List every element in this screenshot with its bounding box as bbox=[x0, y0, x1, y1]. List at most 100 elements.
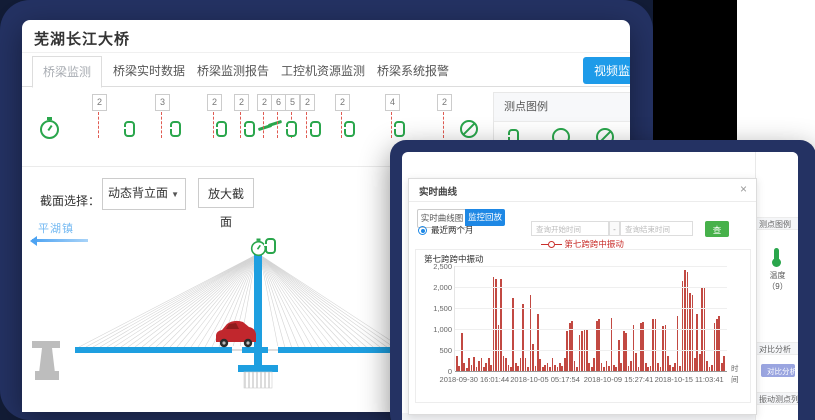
realtime-curve-dialog: 实时曲线 × 实时曲线图 监控回放 最近两个月 查询开始时间 - 查询结束时间 … bbox=[408, 178, 757, 415]
x-tick-label: 2018-10-15 11:03:41 bbox=[655, 375, 724, 384]
sensor-dashed-line bbox=[306, 112, 307, 138]
sensor-dashed-line bbox=[161, 112, 162, 138]
chart-bar bbox=[593, 358, 595, 371]
x-tick-label: 2018-10-09 15:27:41 bbox=[584, 375, 654, 384]
chart-bar bbox=[657, 363, 659, 371]
chart-bar bbox=[473, 357, 475, 371]
sensor-count-badge: 2 bbox=[437, 94, 452, 111]
chart-bar bbox=[652, 319, 654, 371]
chart-bar bbox=[485, 363, 487, 371]
sensor-dashed-line bbox=[263, 112, 264, 138]
sensor-count-badge: 2 bbox=[207, 94, 222, 111]
chain-link-icon bbox=[124, 121, 135, 137]
pier-foundation bbox=[244, 372, 272, 388]
chart-bar bbox=[456, 356, 458, 371]
chart-bar bbox=[716, 319, 718, 372]
chart-bar bbox=[478, 361, 480, 372]
no-entry-icon bbox=[460, 120, 478, 138]
chart-bar bbox=[532, 344, 534, 371]
tab-bridge-monitor[interactable]: 桥梁监测 bbox=[32, 56, 102, 88]
start-time-input[interactable]: 查询开始时间 bbox=[531, 221, 609, 236]
chart-bar bbox=[574, 361, 576, 372]
chart-bar bbox=[662, 326, 664, 371]
sensor-dashed-line bbox=[391, 112, 392, 138]
gridline bbox=[455, 308, 727, 309]
chevron-down-icon: ▼ bbox=[171, 190, 179, 199]
chart-bar bbox=[488, 358, 490, 371]
sensor-dashed-line bbox=[98, 112, 99, 138]
y-tick-label: 1,000 bbox=[420, 325, 452, 334]
chart-bar bbox=[498, 325, 500, 371]
chart-bar bbox=[522, 304, 524, 371]
chart-bar bbox=[618, 340, 620, 371]
compare-button[interactable]: 对比分析 bbox=[761, 364, 795, 377]
chart-bar bbox=[620, 363, 622, 371]
chart-bar bbox=[515, 363, 517, 371]
point-list-header: 振动测点列表 bbox=[756, 392, 798, 405]
compare-header: 对比分析 bbox=[756, 342, 798, 355]
chart-container: 第七跨跨中振动 时间 2,5002,0001,5001,00050002018-… bbox=[415, 249, 751, 403]
chart-bar bbox=[699, 354, 701, 371]
chart-bar bbox=[674, 363, 676, 371]
close-icon[interactable]: × bbox=[740, 182, 747, 196]
right-panel-legend-header: 测点图例 bbox=[756, 217, 798, 230]
screenshot-stage: 芜湖长江大桥 桥梁监测 桥梁实时数据 桥梁监测报告 工控机资源监测 桥梁系统报警… bbox=[0, 0, 815, 420]
legend-marker-icon bbox=[548, 241, 555, 248]
stopwatch-icon bbox=[40, 120, 59, 139]
chart-bar bbox=[566, 331, 568, 371]
gridline bbox=[455, 329, 727, 330]
legend-line bbox=[555, 244, 562, 245]
chart-bar bbox=[537, 314, 539, 371]
chart-bar bbox=[677, 316, 679, 371]
zoom-section-button[interactable]: 放大截面 bbox=[198, 178, 254, 208]
chart-bar bbox=[682, 281, 684, 371]
legend-text: 第七跨跨中振动 bbox=[564, 239, 624, 249]
sensor-dashed-line bbox=[341, 112, 342, 138]
section-select-label: 截面选择： bbox=[40, 186, 100, 216]
chart-plot-area: 时间 2,5002,0001,5001,00050002018-09-30 16… bbox=[454, 266, 727, 371]
chart-bar bbox=[684, 270, 686, 371]
legend-panel-title: 测点图例 bbox=[494, 93, 630, 122]
chart-bar bbox=[601, 363, 603, 371]
chart-bar bbox=[630, 361, 632, 372]
sensor-count-badge: 2 bbox=[300, 94, 315, 111]
chart-bar bbox=[463, 363, 465, 371]
y-tick-label: 2,500 bbox=[420, 262, 452, 271]
bridge-abutment bbox=[32, 341, 60, 380]
chart-bar bbox=[500, 279, 502, 371]
legend-line bbox=[541, 244, 548, 245]
chart-bar bbox=[611, 318, 613, 371]
car bbox=[216, 321, 256, 347]
chart-bar bbox=[564, 358, 566, 371]
right-panel: 测点图例 温度 （9） 对比分析 对比分析 振动测点列表 bbox=[755, 152, 798, 420]
chain-link-icon bbox=[286, 121, 297, 137]
chart-bar bbox=[694, 358, 696, 371]
chart-bar bbox=[493, 277, 495, 372]
chart-bar bbox=[579, 335, 581, 371]
sensor-count-badge: 2 bbox=[92, 94, 107, 111]
radio-last-two-months[interactable] bbox=[418, 226, 427, 235]
dialog-title: 实时曲线 bbox=[419, 184, 457, 198]
sensor-dashed-line bbox=[277, 112, 278, 138]
chart-bar bbox=[721, 363, 723, 371]
chart-bar bbox=[635, 353, 637, 371]
chart-bar bbox=[530, 295, 532, 371]
chart-bar bbox=[706, 361, 708, 372]
chart-bar bbox=[633, 325, 635, 371]
chart-series-bars bbox=[456, 266, 726, 371]
section-select-dropdown[interactable]: 动态背立面 ▼ bbox=[102, 178, 186, 210]
chain-link-icon bbox=[170, 121, 181, 137]
secondary-window-frame: 测点图例 温度 （9） 对比分析 对比分析 振动测点列表 实时曲线 × 实时曲线… bbox=[390, 140, 815, 420]
date-separator: - bbox=[609, 221, 620, 236]
sensor-count-badge: 3 bbox=[155, 94, 170, 111]
sensor-dashed-line bbox=[443, 112, 444, 138]
end-time-input[interactable]: 查询结束时间 bbox=[620, 221, 693, 236]
gridline bbox=[455, 371, 727, 372]
dialog-header bbox=[409, 179, 756, 202]
temperature-count: （9） bbox=[756, 281, 798, 292]
chart-bar bbox=[723, 356, 725, 371]
query-button[interactable]: 查询 bbox=[705, 221, 729, 237]
chain-link-icon bbox=[265, 238, 276, 254]
sensor-count-badge: 6 bbox=[271, 94, 286, 111]
chain-link-icon bbox=[394, 121, 405, 137]
